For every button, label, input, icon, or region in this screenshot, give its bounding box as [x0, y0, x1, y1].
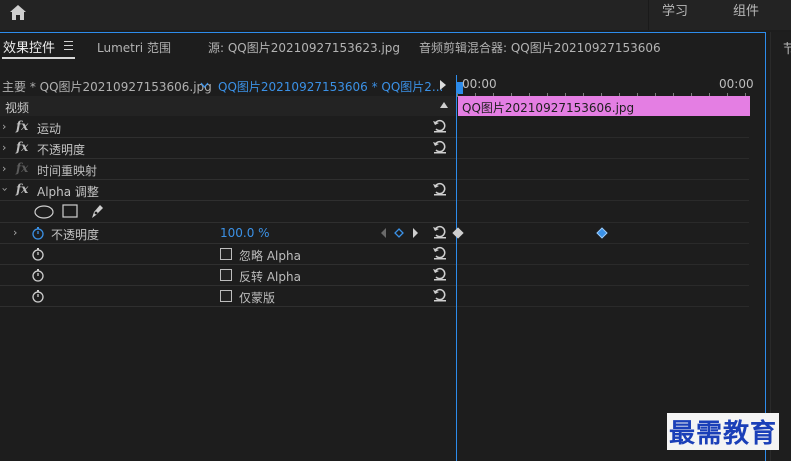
divider: [457, 179, 749, 180]
video-section-label: 视频: [5, 101, 30, 115]
invert-alpha-label: 反转 Alpha: [239, 270, 301, 284]
reset-icon[interactable]: [432, 288, 448, 302]
effect-name: Alpha 调整: [37, 185, 99, 199]
effect-row-motion[interactable]: › fx 运动: [0, 117, 456, 138]
right-panel: 节: [770, 32, 791, 461]
pen-mask-icon[interactable]: [89, 203, 105, 220]
timecode-start: 00:00: [462, 77, 497, 91]
panel-tab-bar: 效果控件 Lumetri 范围 源: QQ图片20210927153623.jp…: [0, 34, 766, 60]
mask-only-checkbox[interactable]: [220, 290, 232, 302]
watermark-logo: 最需教育: [667, 413, 780, 450]
tab-lumetri-scopes[interactable]: Lumetri 范围: [97, 39, 171, 56]
tab-audio-clip-mixer[interactable]: 音频剪辑混合器: QQ图片20210927153606: [419, 39, 661, 56]
ignore-alpha-checkbox[interactable]: [220, 248, 232, 260]
sequence-bar: 主要 * QQ图片20210927153606.jpg QQ图片20210927…: [0, 75, 456, 95]
divider: [457, 306, 749, 307]
effect-row-opacity[interactable]: › fx 不透明度: [0, 138, 456, 159]
reset-icon[interactable]: [432, 246, 448, 260]
right-panel-tab[interactable]: 节: [783, 38, 791, 57]
timecode-end: 00:00: [719, 77, 754, 91]
invert-alpha-checkbox[interactable]: [220, 269, 232, 281]
sequence-clip-dropdown[interactable]: QQ图片20210927153606 * QQ图片2...: [218, 78, 443, 95]
opacity-value[interactable]: 100.0 %: [220, 226, 270, 240]
stopwatch-icon[interactable]: [31, 289, 45, 303]
rectangle-mask-icon[interactable]: [62, 204, 78, 219]
effect-row-alpha-adjust[interactable]: › fx Alpha 调整: [0, 180, 456, 201]
show-timeline-play-icon[interactable]: [440, 80, 446, 90]
keyframe-navigator[interactable]: [380, 227, 424, 239]
chevron-down-icon[interactable]: [200, 82, 209, 88]
reset-icon[interactable]: [432, 267, 448, 281]
reset-icon[interactable]: [432, 140, 448, 154]
divider: [457, 264, 749, 265]
tab-effect-controls[interactable]: 效果控件: [3, 37, 55, 56]
fx-badge-icon[interactable]: fx: [16, 140, 28, 154]
video-section-header: 视频: [0, 96, 456, 116]
property-row-invert-alpha[interactable]: 反转 Alpha: [0, 265, 456, 286]
timeline-clip[interactable]: QQ图片20210927153606.jpg: [458, 96, 750, 116]
effect-row-time-remap[interactable]: › fx 时间重映射: [0, 159, 456, 180]
fx-badge-icon[interactable]: fx: [16, 119, 28, 133]
chevron-right-icon[interactable]: ›: [2, 162, 6, 175]
property-name: 不透明度: [51, 228, 100, 242]
chevron-right-icon[interactable]: ›: [2, 141, 6, 154]
chevron-right-icon[interactable]: ›: [13, 226, 17, 239]
effect-timeline[interactable]: 00:00 00:00 QQ图片20210927153606.jpg: [452, 75, 766, 461]
effect-name: 不透明度: [37, 143, 86, 157]
divider: [457, 200, 749, 201]
workspace-tab-assembly[interactable]: 组件: [733, 0, 759, 19]
ignore-alpha-label: 忽略 Alpha: [239, 249, 301, 263]
effect-name: 时间重映射: [37, 164, 98, 178]
master-clip-label[interactable]: 主要 * QQ图片20210927153606.jpg: [2, 78, 212, 95]
mask-only-label: 仅蒙版: [239, 291, 276, 305]
divider: [457, 243, 749, 244]
effect-name: 运动: [37, 122, 62, 136]
reset-icon[interactable]: [432, 119, 448, 133]
stopwatch-icon[interactable]: [31, 247, 45, 261]
property-row-ignore-alpha[interactable]: 忽略 Alpha: [0, 244, 456, 265]
active-tab-indicator: [2, 57, 75, 59]
workspace-separator: [648, 0, 649, 30]
tab-source-monitor[interactable]: 源: QQ图片20210927153623.jpg: [208, 39, 400, 56]
reset-icon[interactable]: [432, 225, 448, 239]
divider: [457, 285, 749, 286]
divider: [457, 137, 749, 138]
top-bar: 学习 组件: [0, 0, 791, 30]
property-row-opacity[interactable]: › 不透明度 100.0 %: [0, 223, 456, 244]
fx-badge-icon[interactable]: fx: [16, 182, 28, 196]
keyframe-marker[interactable]: [596, 227, 608, 239]
divider: [457, 158, 749, 159]
property-row-mask-only[interactable]: 仅蒙版: [0, 286, 456, 307]
panel-menu-icon[interactable]: [64, 41, 73, 50]
divider: [457, 222, 749, 223]
stopwatch-icon[interactable]: [31, 268, 45, 282]
ellipse-mask-icon[interactable]: [34, 205, 54, 219]
reset-icon[interactable]: [432, 182, 448, 196]
mask-tools: [34, 203, 114, 221]
stopwatch-icon[interactable]: [31, 226, 45, 240]
fx-badge-icon: fx: [16, 161, 29, 175]
collapse-up-icon[interactable]: [440, 102, 448, 108]
chevron-right-icon[interactable]: ›: [2, 120, 6, 133]
chevron-down-icon[interactable]: ›: [0, 187, 12, 191]
home-icon[interactable]: [8, 3, 28, 23]
workspace-tab-learn[interactable]: 学习: [662, 0, 688, 19]
